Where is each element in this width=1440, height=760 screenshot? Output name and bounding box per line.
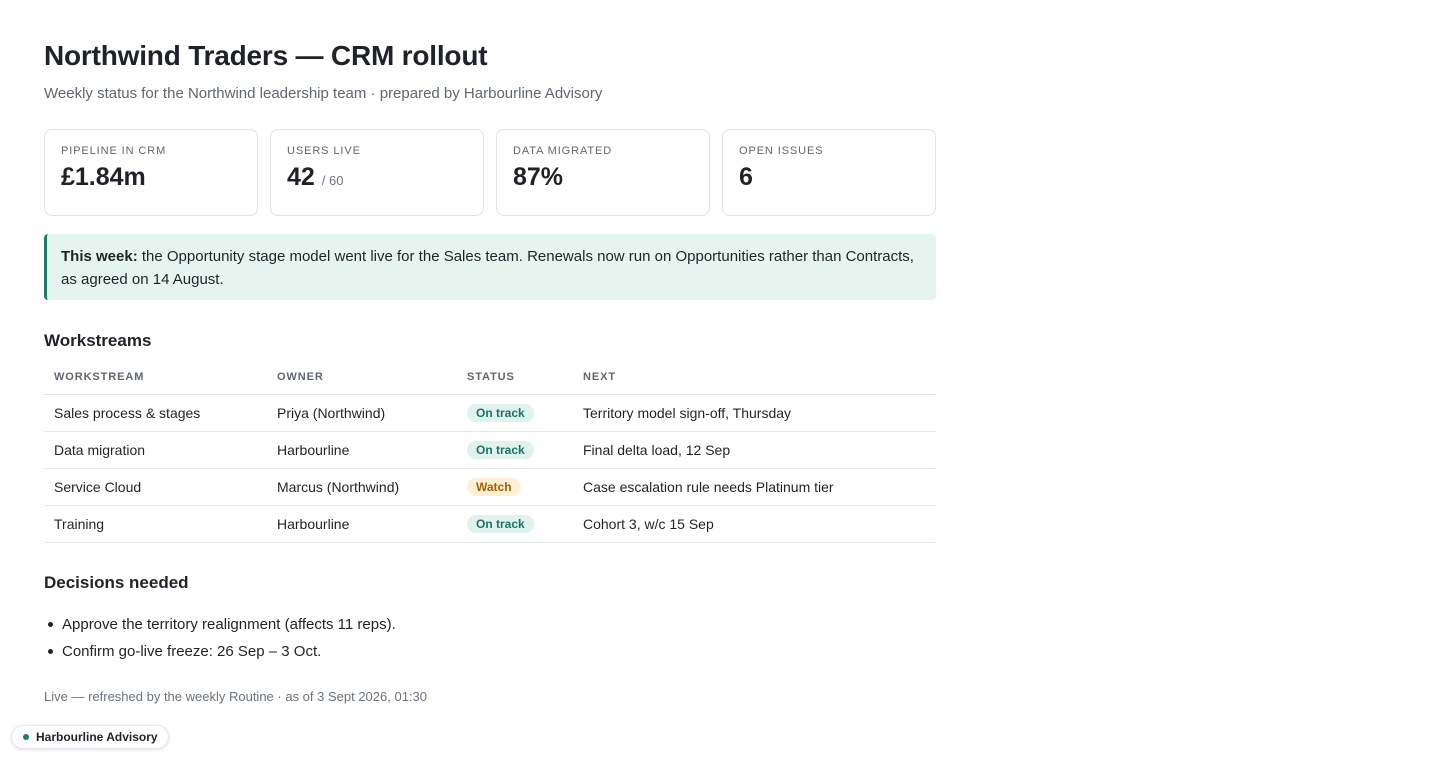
list-item: Confirm go-live freeze: 26 Sep – 3 Oct. [44,638,396,665]
metric-label: OPEN ISSUES [739,145,824,157]
table-row: Service Cloud Marcus (Northwind) Watch C… [44,468,936,506]
cell-next: Cohort 3, w/c 15 Sep [573,505,936,543]
metric-label: PIPELINE IN CRM [61,145,167,157]
cell-next: Final delta load, 12 Sep [573,431,936,469]
cell-owner: Priya (Northwind) [267,394,457,432]
callout-text: the Opportunity stage model went live fo… [61,248,914,288]
brand-badge-label: Harbourline Advisory [36,730,158,744]
refresh-note: Live — refreshed by the weekly Routine ·… [44,689,428,704]
table-row: Sales process & stages Priya (Northwind)… [44,394,936,432]
cell-next: Case escalation rule needs Platinum tier [573,468,936,506]
column-header-next: NEXT [573,360,936,395]
bullet-icon [48,622,53,627]
status-badge: On track [467,514,534,533]
status-badge: Watch [467,477,521,496]
metric-value: £1.84m [61,163,146,191]
weekly-callout: This week: the Opportunity stage model w… [44,234,936,300]
metric-card-users-live: USERS LIVE 42 / 60 [270,129,484,216]
cell-owner: Marcus (Northwind) [267,468,457,506]
metric-label: DATA MIGRATED [513,145,613,157]
table-row: Data migration Harbourline On track Fina… [44,431,936,469]
cell-status: On track [457,505,573,543]
cell-workstream: Sales process & stages [44,394,267,432]
cell-owner: Harbourline [267,505,457,543]
metric-value: 87% [513,163,564,191]
status-badge: On track [467,440,534,459]
cell-status: Watch [457,468,573,506]
cell-owner: Harbourline [267,431,457,469]
page-subtitle: Weekly status for the Northwind leadersh… [44,85,603,102]
status-badge: On track [467,403,534,422]
brand-badge[interactable]: Harbourline Advisory [11,725,169,749]
cell-status: On track [457,394,573,432]
decision-text: Confirm go-live freeze: 26 Sep – 3 Oct. [62,643,322,660]
cell-workstream: Data migration [44,431,267,469]
cell-status: On track [457,431,573,469]
metric-label: USERS LIVE [287,145,361,157]
column-header-status: STATUS [457,360,573,395]
metric-card-pipeline: PIPELINE IN CRM £1.84m [44,129,258,216]
decisions-heading: Decisions needed [44,573,189,592]
bullet-icon [48,649,53,654]
metric-cards: PIPELINE IN CRM £1.84m USERS LIVE 42 / 6… [44,129,936,216]
workstreams-table: WORKSTREAM OWNER STATUS NEXT Sales proce… [44,360,936,543]
status-dot-icon [23,734,29,740]
decisions-list: Approve the territory realignment (affec… [44,611,396,665]
list-item: Approve the territory realignment (affec… [44,611,396,638]
metric-subvalue: / 60 [321,173,344,188]
cell-workstream: Service Cloud [44,468,267,506]
callout-lead: This week: [61,248,138,265]
page-title: Northwind Traders — CRM rollout [44,40,488,71]
table-header-row: WORKSTREAM OWNER STATUS NEXT [44,360,936,395]
metric-card-open-issues: OPEN ISSUES 6 [722,129,936,216]
cell-workstream: Training [44,505,267,543]
table-row: Training Harbourline On track Cohort 3, … [44,505,936,543]
metric-card-data-migrated: DATA MIGRATED 87% [496,129,710,216]
workstreams-heading: Workstreams [44,331,152,350]
decision-text: Approve the territory realignment (affec… [62,616,396,633]
column-header-owner: OWNER [267,360,457,395]
metric-value: 6 [739,163,753,191]
metric-value: 42 [287,163,315,191]
metric-value-row: 42 / 60 [287,163,467,192]
cell-next: Territory model sign-off, Thursday [573,394,936,432]
column-header-workstream: WORKSTREAM [44,360,267,395]
